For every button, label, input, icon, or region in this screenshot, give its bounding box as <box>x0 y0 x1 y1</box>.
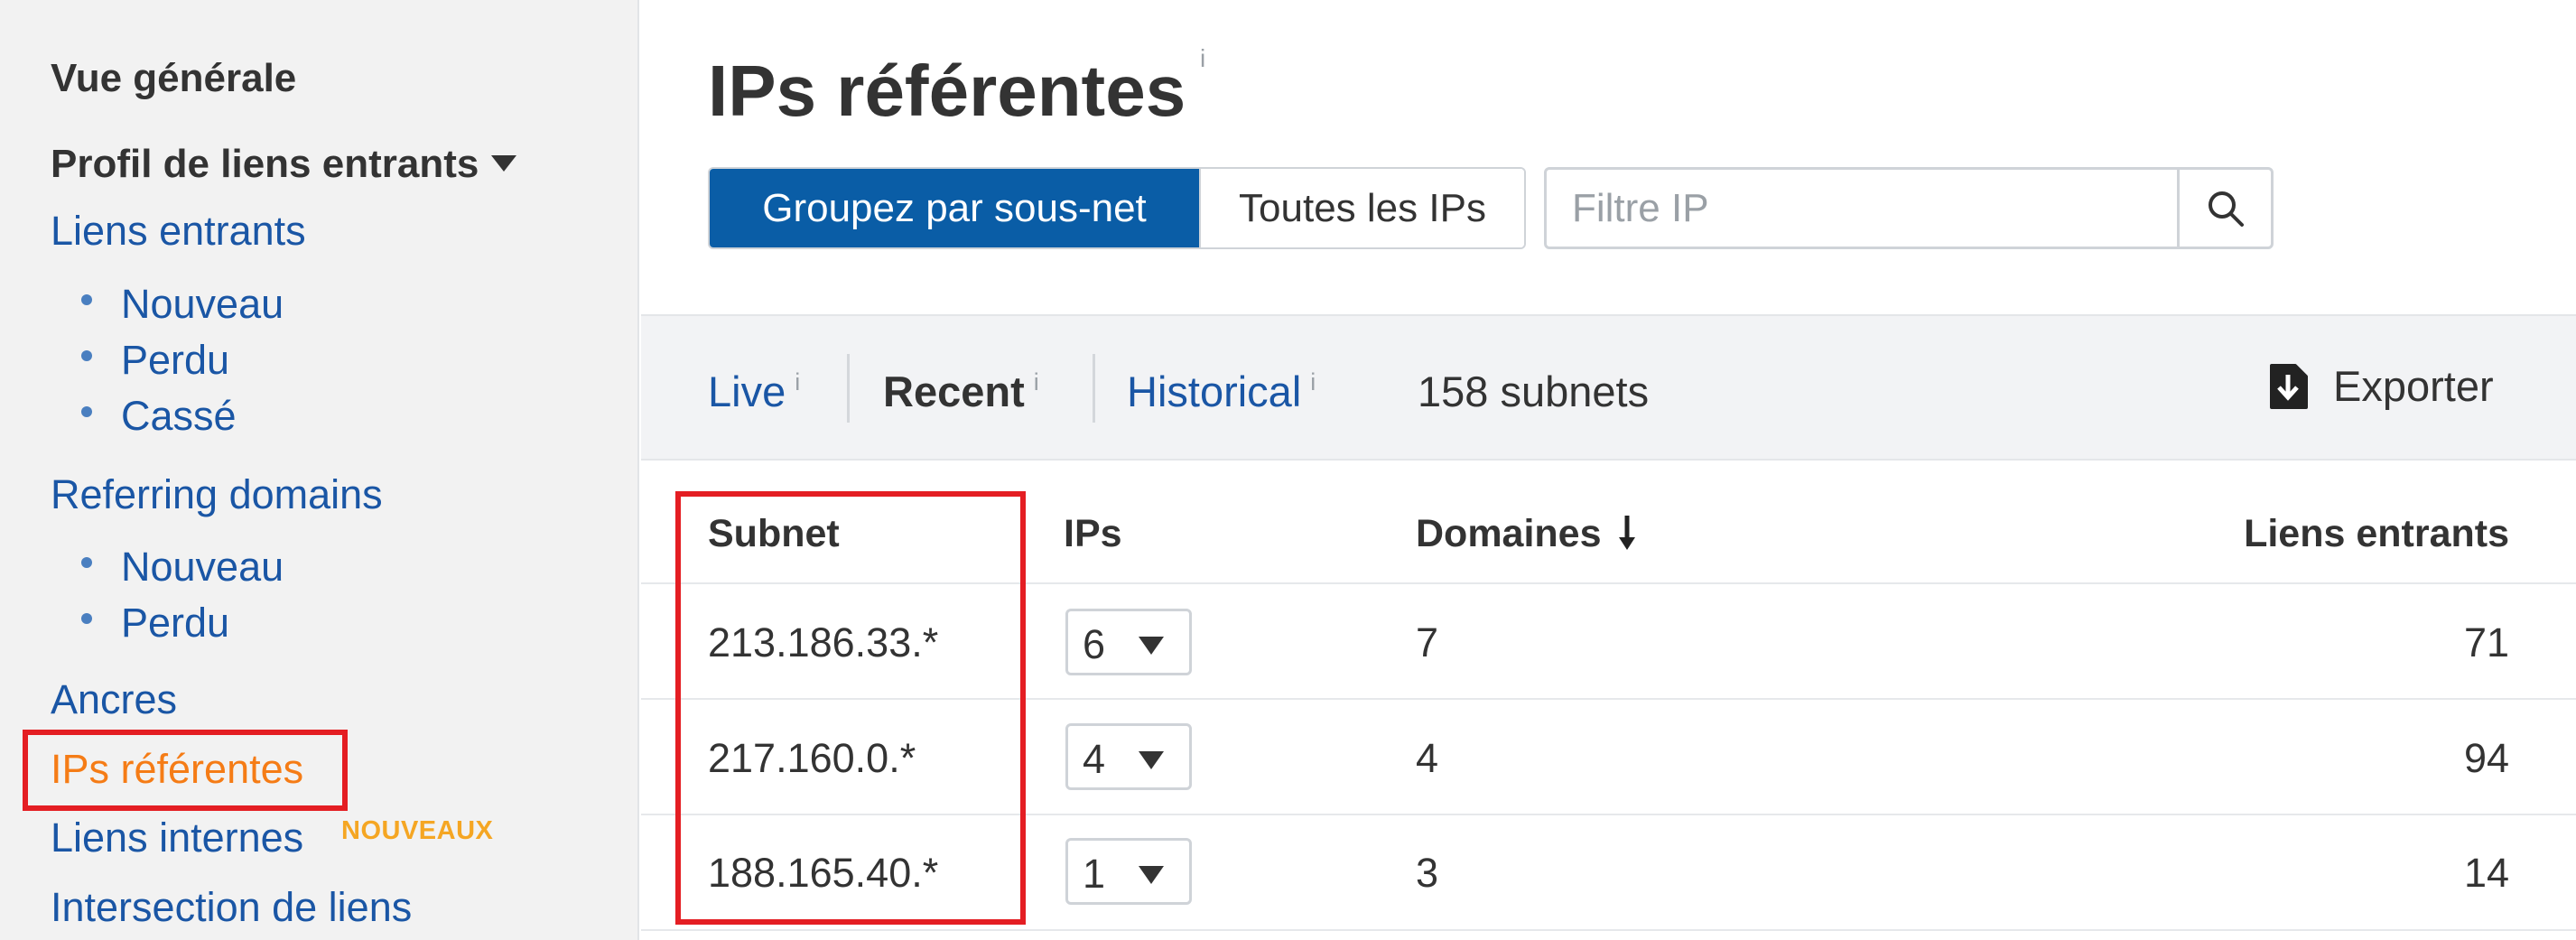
mode-historical-label: Historical <box>1127 368 1302 415</box>
ips-dropdown-value: 4 <box>1083 736 1106 782</box>
sort-desc-icon <box>1619 516 1636 550</box>
ips-dropdown-value: 1 <box>1083 851 1106 897</box>
divider <box>847 354 850 423</box>
new-badge: NOUVEAUX <box>341 816 494 845</box>
all-ips-button[interactable]: Toutes les IPs <box>1199 169 1524 247</box>
divider <box>1093 354 1095 423</box>
mode-live-label: Live <box>708 368 786 415</box>
ip-filter-input[interactable] <box>1547 170 2170 247</box>
mode-recent[interactable]: Recent i <box>883 367 1039 416</box>
cell-domains: 3 <box>1416 850 1439 896</box>
nav-backlinks-broken-label: Cassé <box>121 393 237 439</box>
bullet-icon <box>81 406 92 417</box>
nav-backlinks[interactable]: Liens entrants <box>51 210 306 251</box>
grouping-toggle: Groupez par sous-net Toutes les IPs <box>708 167 1526 249</box>
ip-filter <box>1544 167 2274 249</box>
info-icon[interactable]: i <box>1200 44 1205 73</box>
caret-down-icon <box>491 155 517 172</box>
nav-refdomains-lost-label: Perdu <box>121 600 230 646</box>
mode-live[interactable]: Live i <box>708 367 800 416</box>
column-header-domains[interactable]: Domaines <box>1416 512 1637 556</box>
main-content: IPs référentes i Groupez par sous-net Tou… <box>641 0 2576 940</box>
search-icon <box>2208 191 2244 227</box>
page-title: IPs référentes i <box>708 44 1205 133</box>
nav-backlink-profile[interactable]: Profil de liens entrants <box>51 142 517 186</box>
bullet-icon <box>81 350 92 361</box>
nav-backlinks-new-label: Nouveau <box>121 281 284 327</box>
info-icon[interactable]: i <box>1310 368 1316 396</box>
group-by-subnet-button[interactable]: Groupez par sous-net <box>710 169 1199 247</box>
nav-referring-domains[interactable]: Referring domains <box>51 474 383 515</box>
bullet-icon <box>81 294 92 305</box>
ips-dropdown[interactable]: 6 <box>1065 609 1192 675</box>
ips-dropdown[interactable]: 4 <box>1065 723 1192 790</box>
column-header-domains-label: Domaines <box>1416 512 1602 555</box>
subnet-count: 158 subnets <box>1418 368 1650 415</box>
download-file-icon <box>2270 363 2308 409</box>
search-button[interactable] <box>2177 170 2271 247</box>
nav-link-intersect[interactable]: Intersection de liens <box>51 887 412 927</box>
sidebar: Vue générale Profil de liens entrants Li… <box>0 0 639 940</box>
nav-overview[interactable]: Vue générale <box>51 59 296 98</box>
nav-referring-ips[interactable]: IPs référentes <box>51 749 303 789</box>
cell-backlinks[interactable]: 14 <box>2464 850 2509 897</box>
page-title-text: IPs référentes <box>708 51 1186 131</box>
nav-backlinks-lost-label: Perdu <box>121 337 230 383</box>
info-icon[interactable]: i <box>795 368 800 396</box>
mode-toolbar: Live i Recent i Historical i 158 subnets Ex… <box>641 314 2576 461</box>
caret-down-icon <box>1139 751 1164 769</box>
nav-refdomains-new-label: Nouveau <box>121 544 284 590</box>
bullet-icon <box>81 557 92 568</box>
column-header-ips[interactable]: IPs <box>1064 512 1122 556</box>
column-header-backlinks[interactable]: Liens entrants <box>2244 512 2509 556</box>
highlight-box <box>675 491 1026 925</box>
ips-dropdown[interactable]: 1 <box>1065 838 1192 905</box>
info-icon[interactable]: i <box>1034 368 1039 396</box>
caret-down-icon <box>1139 866 1164 884</box>
cell-backlinks[interactable]: 94 <box>2464 735 2509 782</box>
nav-anchors[interactable]: Ancres <box>51 679 177 720</box>
mode-historical[interactable]: Historical i <box>1127 367 1316 416</box>
nav-backlink-profile-label: Profil de liens entrants <box>51 142 479 186</box>
cell-domains: 7 <box>1416 619 1439 665</box>
ips-dropdown-value: 6 <box>1083 621 1106 667</box>
mode-recent-label: Recent <box>883 368 1025 415</box>
nav-internal-links[interactable]: Liens internes <box>51 817 303 858</box>
cell-domains: 4 <box>1416 735 1439 781</box>
row-divider <box>641 929 2576 931</box>
bullet-icon <box>81 613 92 624</box>
export-label: Exporter <box>2333 362 2494 410</box>
export-button[interactable]: Exporter <box>2268 361 2494 411</box>
cell-backlinks[interactable]: 71 <box>2464 619 2509 666</box>
caret-down-icon <box>1139 637 1164 655</box>
